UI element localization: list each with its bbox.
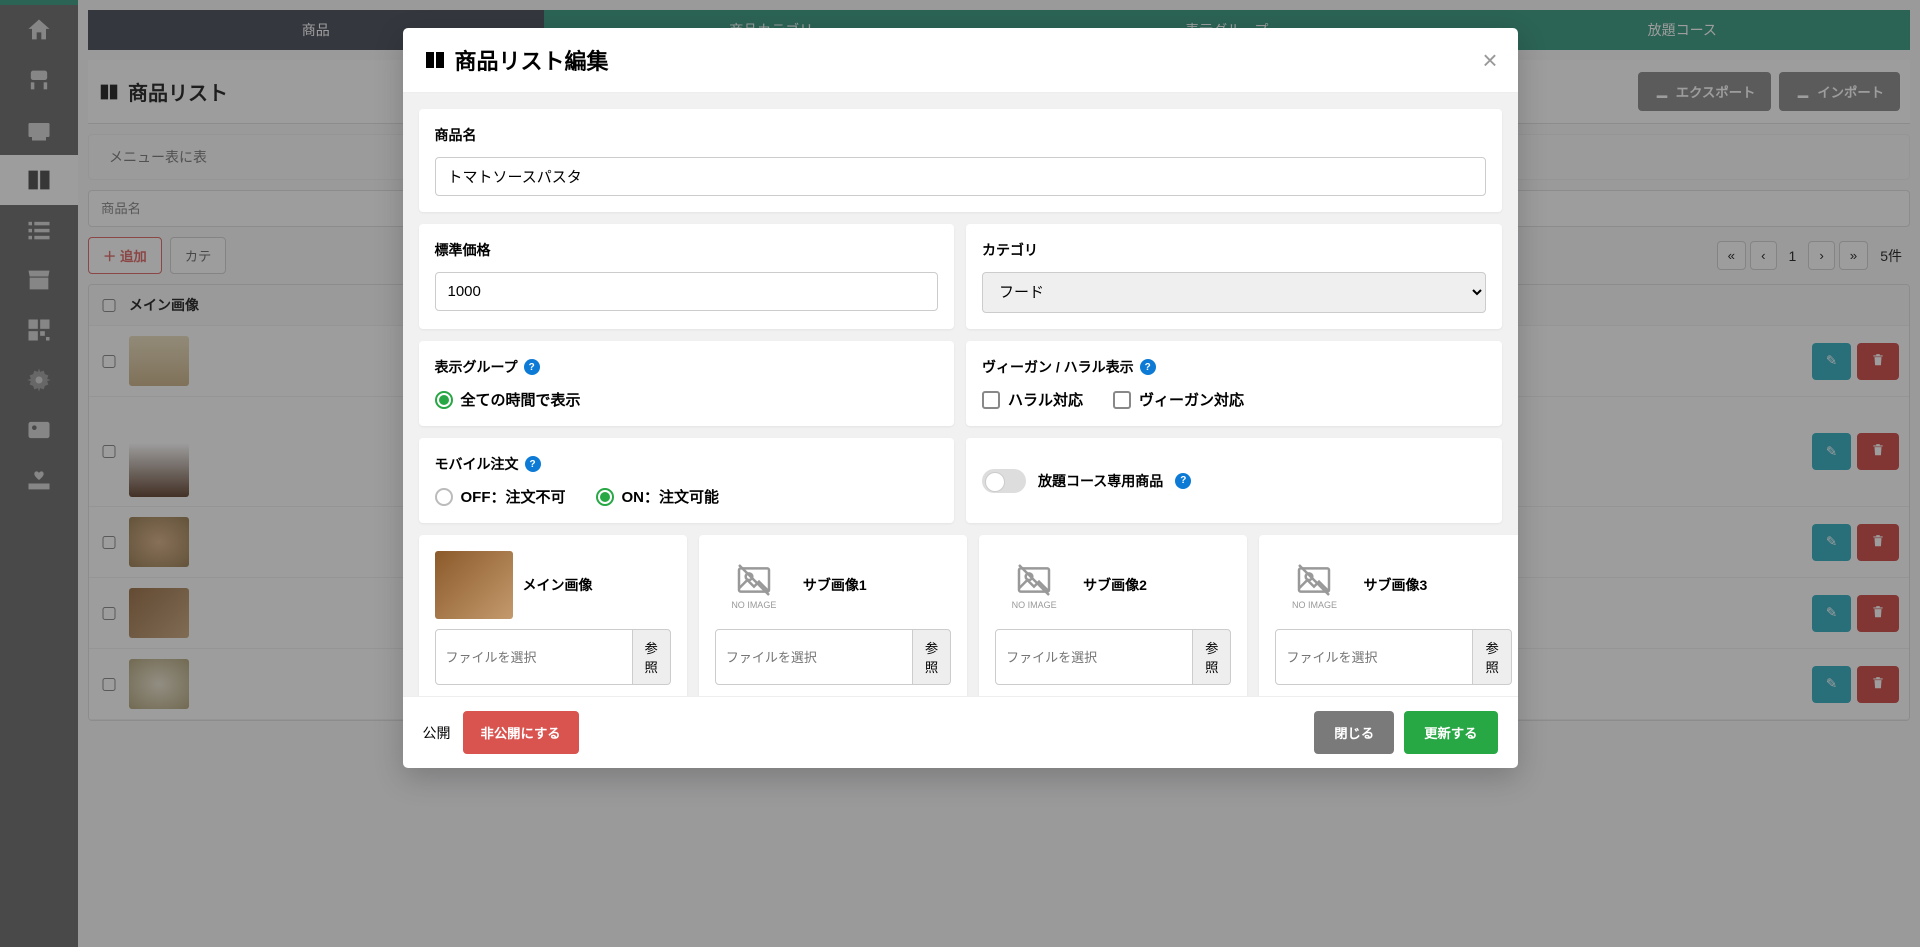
vegan-halal-label: ヴィーガン / ハラル表示 ? <box>982 357 1486 377</box>
main-image-preview <box>435 551 513 619</box>
radio-icon <box>596 488 614 506</box>
radio-all-label: 全ての時間で表示 <box>461 389 581 410</box>
card-sub-image-2: NO IMAGE サブ画像2 参照 <box>979 535 1247 696</box>
sub-image-3-label: サブ画像3 <box>1363 575 1427 595</box>
modal-overlay: 商品リスト編集 × 商品名 標準価格 カテゴリ フード <box>0 0 1920 947</box>
modal-title-text: 商品リスト編集 <box>455 44 609 76</box>
radio-all-time[interactable]: 全ての時間で表示 <box>435 389 581 410</box>
no-image-label: NO IMAGE <box>1012 600 1057 610</box>
vegan-label-text: ヴィーガン / ハラル表示 <box>982 357 1134 377</box>
info-icon[interactable]: ? <box>1175 473 1191 489</box>
edit-modal: 商品リスト編集 × 商品名 標準価格 カテゴリ フード <box>403 28 1518 768</box>
main-image-file-input[interactable] <box>435 629 633 685</box>
no-image-label: NO IMAGE <box>731 600 776 610</box>
no-image-icon <box>1009 560 1059 600</box>
category-label: カテゴリ <box>982 240 1486 260</box>
card-sub-image-3: NO IMAGE サブ画像3 参照 <box>1259 535 1517 696</box>
radio-icon <box>435 488 453 506</box>
toggle-course-only[interactable] <box>982 469 1026 493</box>
radio-icon <box>435 391 453 409</box>
display-group-label: 表示グループ ? <box>435 357 939 377</box>
main-image-label: メイン画像 <box>523 575 593 595</box>
browse-button[interactable]: 参照 <box>913 629 951 685</box>
sub-image-3-file-input[interactable] <box>1275 629 1473 685</box>
name-input[interactable] <box>435 157 1486 196</box>
menu-book-icon <box>423 48 447 72</box>
close-icon[interactable]: × <box>1482 45 1497 76</box>
checkbox-halal[interactable]: ハラル対応 <box>982 389 1083 410</box>
card-sub-image-1: NO IMAGE サブ画像1 参照 <box>699 535 967 696</box>
card-vegan-halal: ヴィーガン / ハラル表示 ? ハラル対応 ヴィーガン対応 <box>966 341 1502 426</box>
no-image-icon <box>729 560 779 600</box>
sub-image-2-preview: NO IMAGE <box>995 551 1073 619</box>
unpublish-button[interactable]: 非公開にする <box>463 711 579 754</box>
card-display-group: 表示グループ ? 全ての時間で表示 <box>419 341 955 426</box>
vegan-label: ヴィーガン対応 <box>1139 389 1244 410</box>
modal-body: 商品名 標準価格 カテゴリ フード 表示グループ ? <box>403 93 1518 696</box>
halal-label: ハラル対応 <box>1008 389 1083 410</box>
price-label: 標準価格 <box>435 240 939 260</box>
close-button[interactable]: 閉じる <box>1314 711 1394 754</box>
sub-image-3-preview: NO IMAGE <box>1275 551 1353 619</box>
card-name: 商品名 <box>419 109 1502 212</box>
modal-footer: 公開 非公開にする 閉じる 更新する <box>403 696 1518 768</box>
checkbox-vegan[interactable]: ヴィーガン対応 <box>1113 389 1244 410</box>
card-course-only: 放題コース専用商品 ? <box>966 438 1502 523</box>
sub-image-1-preview: NO IMAGE <box>715 551 793 619</box>
no-image-label: NO IMAGE <box>1292 600 1337 610</box>
mobile-off-label: OFF：注文不可 <box>461 486 566 507</box>
group-label-text: 表示グループ <box>435 357 518 377</box>
info-icon[interactable]: ? <box>1140 359 1156 375</box>
radio-mobile-off[interactable]: OFF：注文不可 <box>435 486 566 507</box>
browse-button[interactable]: 参照 <box>1193 629 1231 685</box>
radio-mobile-on[interactable]: ON：注文可能 <box>596 486 720 507</box>
sub-image-1-file-input[interactable] <box>715 629 913 685</box>
course-only-label: 放題コース専用商品 <box>1038 471 1163 491</box>
info-icon[interactable]: ? <box>524 359 540 375</box>
publish-label: 公開 <box>423 723 451 743</box>
card-main-image: メイン画像 参照 <box>419 535 687 696</box>
modal-header: 商品リスト編集 × <box>403 28 1518 93</box>
checkbox-icon <box>1113 391 1131 409</box>
mobile-order-label: モバイル注文 ? <box>435 454 939 474</box>
sub-image-2-file-input[interactable] <box>995 629 1193 685</box>
price-input[interactable] <box>435 272 939 311</box>
update-button[interactable]: 更新する <box>1404 711 1497 754</box>
name-label: 商品名 <box>435 125 1486 145</box>
card-price: 標準価格 <box>419 224 955 329</box>
checkbox-icon <box>982 391 1000 409</box>
browse-button[interactable]: 参照 <box>633 629 671 685</box>
card-mobile-order: モバイル注文 ? OFF：注文不可 ON：注文可能 <box>419 438 955 523</box>
sub-image-2-label: サブ画像2 <box>1083 575 1147 595</box>
mobile-on-label: ON：注文可能 <box>622 486 720 507</box>
browse-button[interactable]: 参照 <box>1473 629 1511 685</box>
card-category: カテゴリ フード <box>966 224 1502 329</box>
mobile-label-text: モバイル注文 <box>435 454 519 474</box>
info-icon[interactable]: ? <box>525 456 541 472</box>
category-select[interactable]: フード <box>982 272 1486 313</box>
modal-title: 商品リスト編集 <box>423 44 609 76</box>
no-image-icon <box>1289 560 1339 600</box>
sub-image-1-label: サブ画像1 <box>803 575 867 595</box>
